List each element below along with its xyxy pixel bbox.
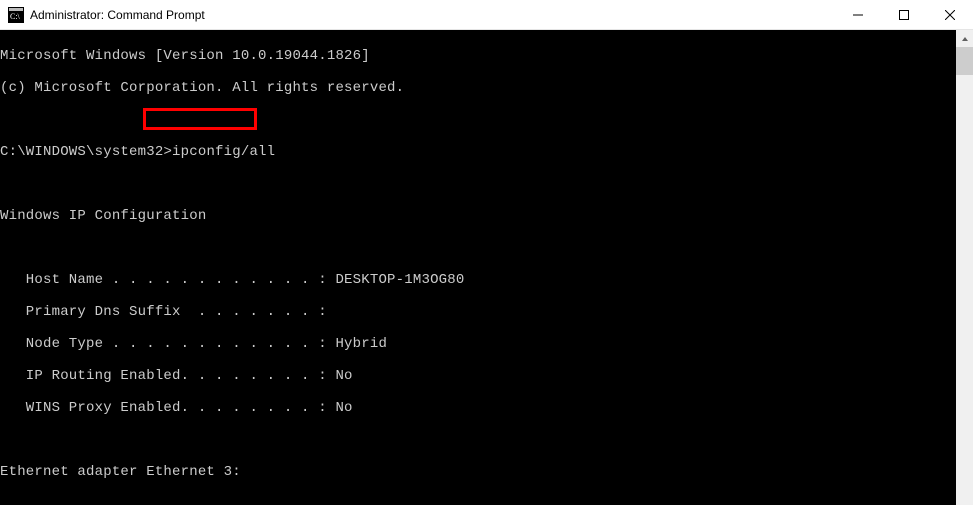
svg-text:C:\: C:\	[10, 12, 21, 21]
output-line	[0, 432, 956, 448]
output-line: WINS Proxy Enabled. . . . . . . . : No	[0, 400, 956, 416]
output-line	[0, 240, 956, 256]
output-line	[0, 176, 956, 192]
terminal-output[interactable]: Microsoft Windows [Version 10.0.19044.18…	[0, 30, 956, 505]
section-header: Ethernet adapter Ethernet 3:	[0, 464, 956, 480]
output-line	[0, 496, 956, 505]
window-title: Administrator: Command Prompt	[30, 8, 835, 22]
scroll-thumb[interactable]	[956, 47, 973, 75]
scroll-up-arrow-icon[interactable]	[956, 30, 973, 47]
minimize-button[interactable]	[835, 0, 881, 29]
output-line: Primary Dns Suffix . . . . . . . :	[0, 304, 956, 320]
window-controls	[835, 0, 973, 29]
maximize-button[interactable]	[881, 0, 927, 29]
output-line: Node Type . . . . . . . . . . . . : Hybr…	[0, 336, 956, 352]
prompt-line: C:\WINDOWS\system32>ipconfig/all	[0, 144, 956, 160]
output-line: (c) Microsoft Corporation. All rights re…	[0, 80, 956, 96]
output-line	[0, 112, 956, 128]
output-line: Host Name . . . . . . . . . . . . : DESK…	[0, 272, 956, 288]
titlebar[interactable]: C:\ Administrator: Command Prompt	[0, 0, 973, 30]
section-header: Windows IP Configuration	[0, 208, 956, 224]
vertical-scrollbar[interactable]	[956, 30, 973, 505]
output-line: Microsoft Windows [Version 10.0.19044.18…	[0, 48, 956, 64]
output-line: IP Routing Enabled. . . . . . . . : No	[0, 368, 956, 384]
typed-command: >ipconfig/all	[163, 144, 275, 160]
cmd-icon: C:\	[8, 7, 24, 23]
close-button[interactable]	[927, 0, 973, 29]
console-area: Microsoft Windows [Version 10.0.19044.18…	[0, 30, 973, 505]
prompt-path: C:\WINDOWS\system32	[0, 144, 163, 160]
